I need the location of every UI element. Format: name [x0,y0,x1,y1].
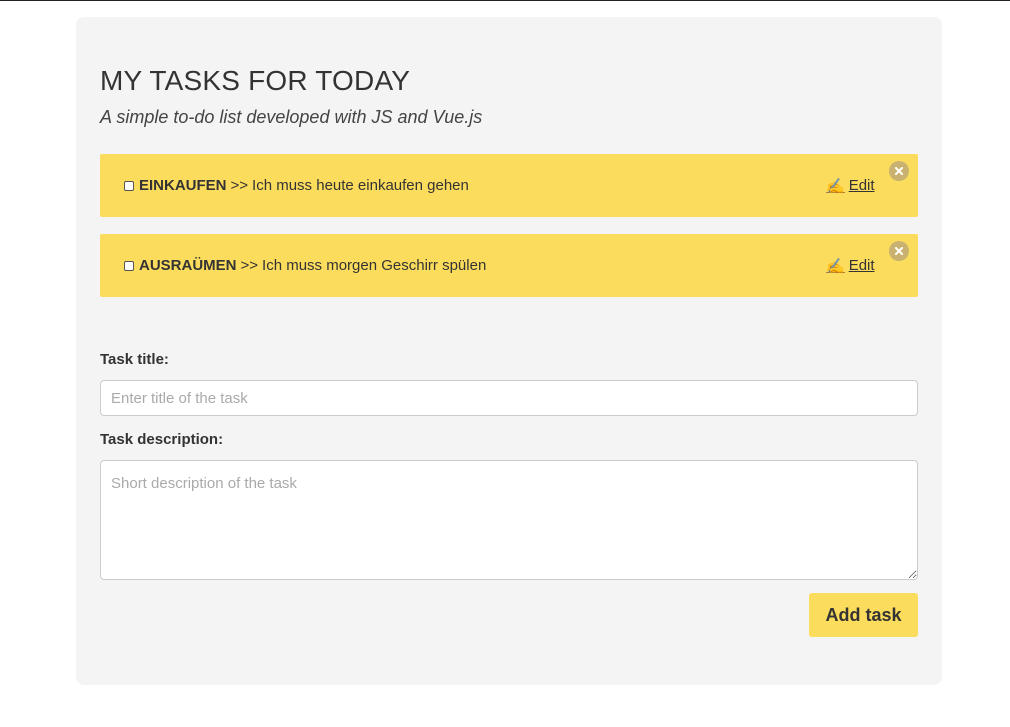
task-title-input[interactable] [100,380,918,416]
task-item: EINKAUFEN >> Ich muss heute einkaufen ge… [100,154,918,217]
page-subtitle: A simple to-do list developed with JS an… [100,107,483,127]
task-title: AUSRAÜMEN [139,257,237,274]
close-icon [895,247,903,255]
task-description: Ich muss heute einkaufen gehen [252,177,469,194]
page-title: MY TASKS FOR TODAY [100,65,411,96]
task-item: AUSRAÜMEN >> Ich muss morgen Geschirr sp… [100,234,918,297]
task-separator: >> [240,257,259,274]
task-title-label: Task title: [100,351,169,368]
delete-task-button[interactable] [889,241,909,261]
task-content: EINKAUFEN >> Ich muss heute einkaufen ge… [124,154,469,217]
top-border-line [0,0,1010,1]
writing-hand-icon: ✍ [826,257,845,275]
task-title: EINKAUFEN [139,177,227,194]
task-description-label: Task description: [100,431,224,448]
edit-label: Edit [848,177,875,194]
task-content: AUSRAÜMEN >> Ich muss morgen Geschirr sp… [124,234,486,297]
close-icon [895,167,903,175]
task-separator: >> [230,177,249,194]
edit-task-link[interactable]: ✍ Edit [826,234,875,297]
task-description-textarea[interactable] [100,460,918,580]
edit-task-link[interactable]: ✍ Edit [826,154,875,217]
edit-label: Edit [848,257,875,274]
add-task-button[interactable]: Add task [809,593,918,637]
writing-hand-icon: ✍ [826,177,845,195]
task-checkbox[interactable] [124,260,134,271]
task-description: Ich muss morgen Geschirr spülen [262,257,487,274]
todo-card: MY TASKS FOR TODAY A simple to-do list d… [76,17,942,685]
task-checkbox[interactable] [124,180,134,191]
delete-task-button[interactable] [889,161,909,181]
